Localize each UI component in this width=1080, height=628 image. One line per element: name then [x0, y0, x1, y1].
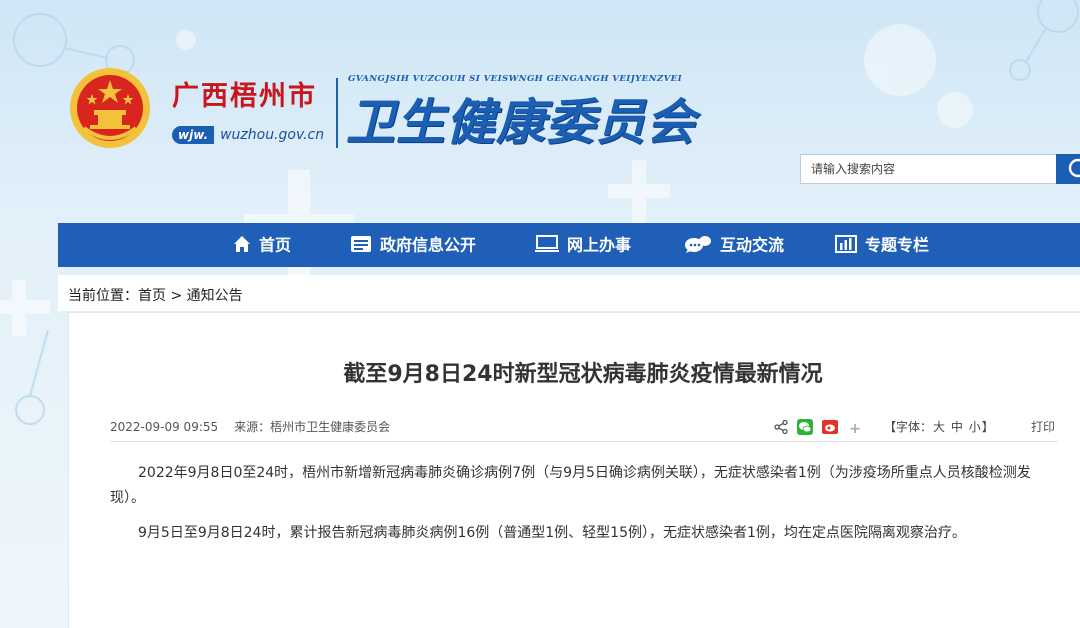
- search-box: [800, 154, 1080, 186]
- domain-text: wuzhou.gov.cn: [220, 126, 325, 143]
- breadcrumb-home-link[interactable]: 首页: [138, 288, 166, 304]
- org-name: 卫生健康委员会: [346, 93, 697, 151]
- nav-label: 专题专栏: [865, 235, 930, 255]
- breadcrumb-prefix: 当前位置：: [68, 288, 138, 304]
- search-icon: [1068, 158, 1080, 178]
- nav-item-gov-info[interactable]: 政府信息公开: [350, 223, 476, 267]
- national-emblem-icon: [70, 68, 150, 148]
- more-share-icon[interactable]: +: [849, 421, 861, 437]
- info-icon: [351, 236, 371, 252]
- share-tools: +: [774, 418, 861, 437]
- wechat-icon[interactable]: [797, 418, 814, 439]
- chat-icon: [685, 236, 711, 253]
- article-meta: 2022-09-09 09:55 来源：梧州市卫生健康委员会: [110, 418, 390, 435]
- home-icon: [234, 236, 250, 252]
- nav-item-home[interactable]: 首页: [233, 223, 291, 267]
- article-title: 截至9月8日24时新型冠状病毒肺炎疫情最新情况: [343, 362, 823, 387]
- breadcrumb: 当前位置：首页 > 通知公告: [68, 285, 243, 305]
- nav-label: 互动交流: [720, 235, 785, 255]
- site-domain: wjw. wuzhou.gov.cn: [172, 124, 324, 144]
- breadcrumb-separator: >: [166, 288, 187, 304]
- font-large-link[interactable]: 大: [933, 420, 945, 434]
- nav-label: 政府信息公开: [380, 235, 477, 255]
- breadcrumb-current-link[interactable]: 通知公告: [187, 288, 243, 304]
- domain-tag: wjw.: [172, 125, 215, 144]
- city-name: 广西梧州市: [172, 81, 317, 112]
- nav-label: 网上办事: [567, 235, 632, 255]
- font-label-close: 】: [981, 420, 994, 434]
- font-label-open: 【字体：: [884, 420, 933, 434]
- article-paragraph: 9月5日至9月8日24时，累计报告新冠病毒肺炎病例16例（普通型1例、轻型15例…: [138, 525, 966, 541]
- main-nav: 首页 政府信息公开 网上办事 互动交流 专题专栏: [58, 223, 1080, 267]
- article-source: 来源：梧州市卫生健康委员会: [234, 420, 391, 434]
- share-icon[interactable]: [774, 419, 788, 438]
- nav-item-online-service[interactable]: 网上办事: [535, 223, 631, 267]
- font-medium-link[interactable]: 中: [951, 420, 963, 434]
- nav-item-interaction[interactable]: 互动交流: [684, 223, 784, 267]
- font-size-control: 【字体：大 中 小】: [884, 418, 994, 435]
- header-divider: [336, 78, 338, 148]
- nav-label: 首页: [259, 235, 292, 255]
- nav-item-special-topics[interactable]: 专题专栏: [835, 223, 929, 267]
- search-button[interactable]: [1056, 154, 1080, 184]
- monitor-icon: [535, 235, 559, 252]
- search-input[interactable]: [800, 154, 1056, 184]
- print-button[interactable]: 打印: [1031, 418, 1055, 435]
- article-body: 2022年9月8日0至24时，梧州市新增新冠病毒肺炎确诊病例7例（与9月5日确诊…: [110, 461, 1055, 556]
- weibo-icon[interactable]: [822, 419, 839, 438]
- article-paragraph: 2022年9月8日0至24时，梧州市新增新冠病毒肺炎确诊病例7例（与9月5日确诊…: [110, 465, 1031, 506]
- zhuang-language-name: GVANGJSIH VUZCOUH SI VEISWNGH GENGANGH V…: [348, 74, 683, 84]
- font-small-link[interactable]: 小: [969, 420, 981, 434]
- article-date: 2022-09-09 09:55: [110, 420, 219, 434]
- bar-chart-icon: [835, 235, 857, 253]
- meta-divider: [110, 441, 1058, 442]
